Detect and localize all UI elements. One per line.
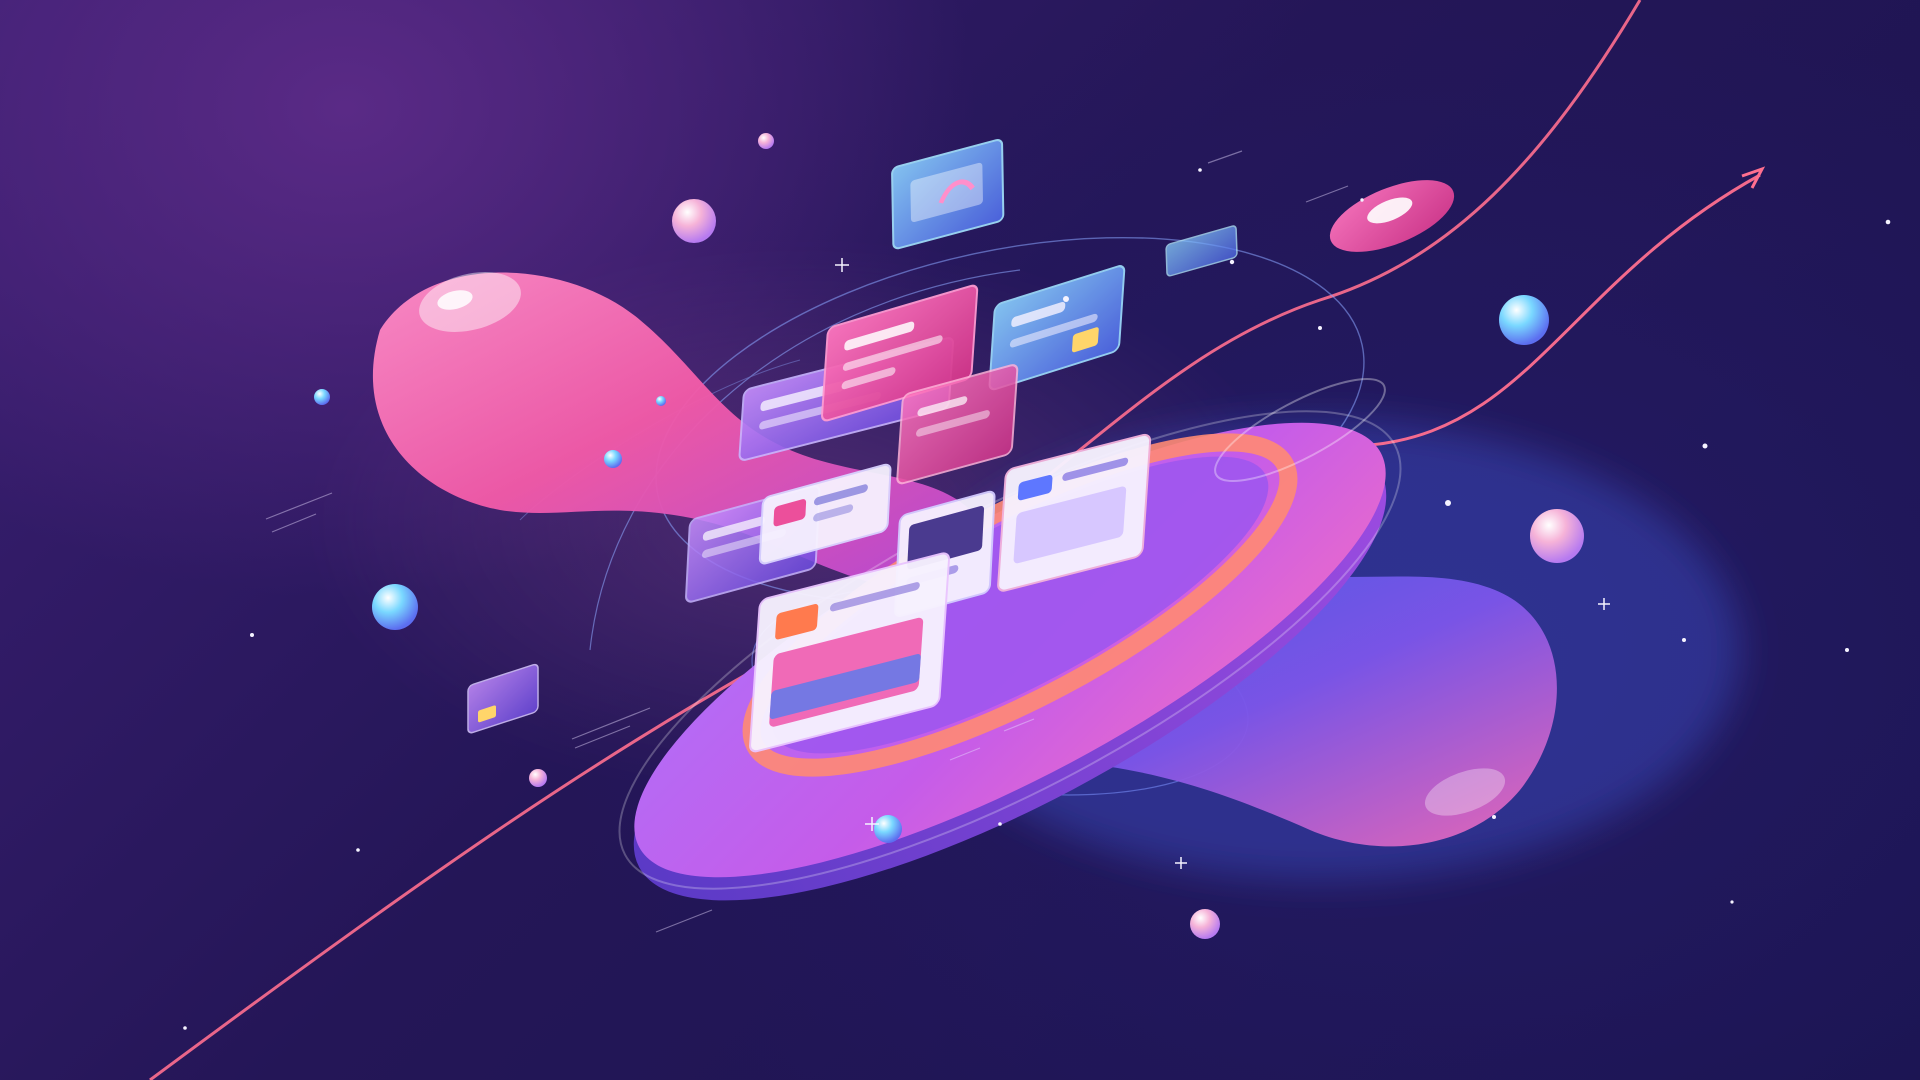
abstract-tech-illustration: [149, 0, 1891, 1080]
orb-icon: [604, 450, 622, 468]
orb-icon: [1190, 909, 1220, 939]
orb-icon: [1530, 509, 1584, 563]
orb-icon: [656, 396, 666, 406]
orb-icon: [372, 584, 418, 630]
orb-icon: [314, 389, 330, 405]
orb-icon: [1499, 295, 1549, 345]
orb-icon: [672, 199, 716, 243]
orb-icon: [874, 815, 902, 843]
orb-icon: [529, 769, 547, 787]
illustration-scene: [0, 0, 1920, 1080]
orb-icon: [758, 133, 774, 149]
